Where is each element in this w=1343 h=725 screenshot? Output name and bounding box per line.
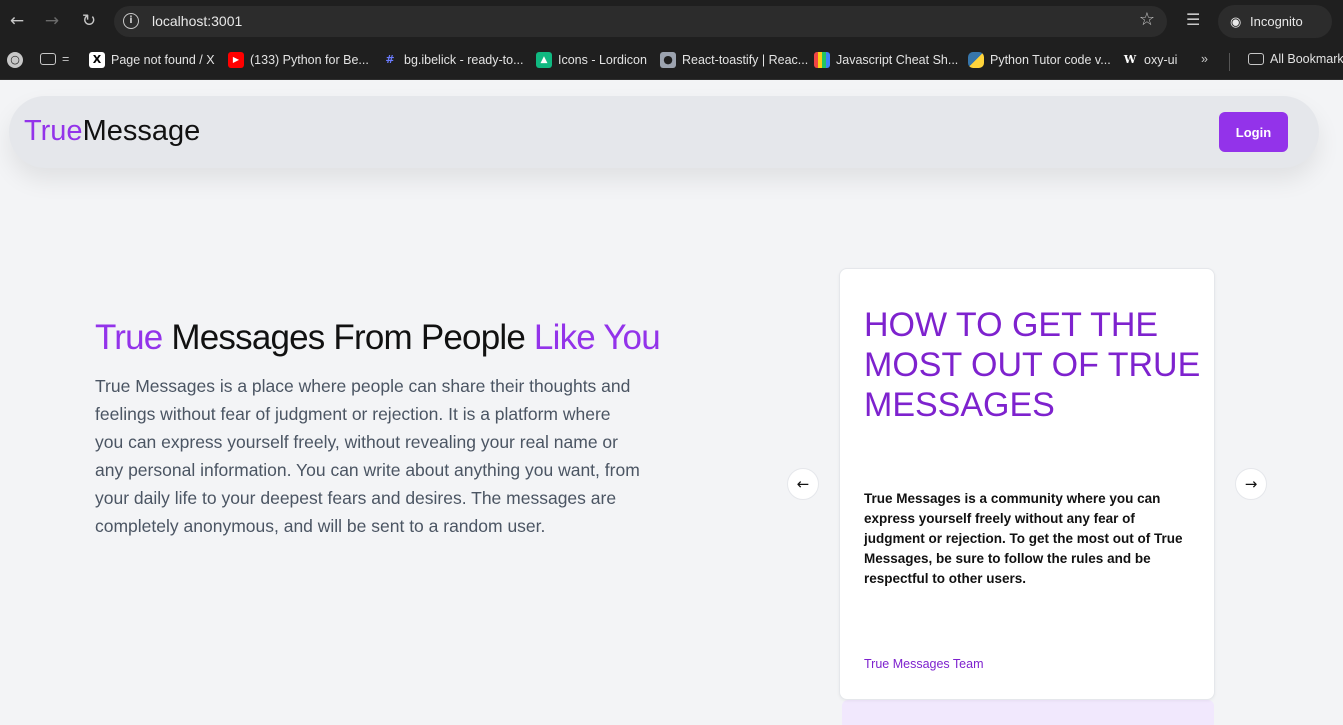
more-bookmarks-button[interactable]: »: [1201, 52, 1208, 66]
login-button[interactable]: Login: [1219, 112, 1288, 152]
hero-title-middle: Messages From People: [162, 318, 534, 357]
w-icon: W: [1123, 53, 1137, 66]
bookmark-star-icon[interactable]: ☆: [1139, 9, 1155, 30]
card-body: True Messages is a community where you c…: [864, 491, 1183, 586]
x-logo-icon: X: [89, 52, 105, 68]
bookmark-folder[interactable]: =: [40, 52, 69, 66]
lordicon-icon: ▲: [536, 52, 552, 68]
bookmark-item[interactable]: ▶ (133) Python for Be...: [228, 52, 369, 68]
bookmark-label: (133) Python for Be...: [250, 53, 369, 67]
bookmark-item[interactable]: ● React-toastify | Reac...: [660, 52, 808, 68]
youtube-icon: ▶: [228, 52, 244, 68]
bookmark-item[interactable]: Javascript Cheat Sh...: [814, 52, 958, 68]
bookmark-label: Python Tutor code v...: [990, 53, 1111, 67]
site-info-icon[interactable]: i: [123, 13, 139, 29]
url-text: localhost:3001: [152, 13, 243, 29]
logo-text: Message: [82, 115, 201, 147]
hero-title-accent: Like You: [533, 318, 661, 357]
hero-section: True Messages From People Like You True …: [95, 318, 661, 540]
carousel-next-arrow-icon[interactable]: →: [1235, 468, 1267, 500]
apps-icon[interactable]: ○: [7, 52, 23, 68]
card-footer: True Messages Team: [864, 657, 984, 671]
bookmark-label: Page not found / X: [111, 53, 215, 67]
bookmark-item[interactable]: ▲ Icons - Lordicon: [536, 52, 647, 68]
address-bar[interactable]: i localhost:3001 ☆: [114, 6, 1167, 37]
card-stack-shadow: [842, 700, 1214, 725]
bookmark-item[interactable]: # bg.ibelick - ready-to...: [382, 52, 524, 68]
bookmark-label: bg.ibelick - ready-to...: [404, 53, 524, 67]
hero-title: True Messages From People Like You: [95, 318, 661, 358]
bookmark-item[interactable]: X Page not found / X: [89, 52, 215, 68]
app-logo[interactable]: TrueMessage: [24, 115, 200, 148]
folder-icon: [40, 53, 56, 65]
app-navbar: TrueMessage Login: [9, 96, 1319, 168]
bookmarks-bar: ○ = X Page not found / X ▶ (133) Python …: [0, 43, 1343, 80]
incognito-label: Incognito: [1250, 14, 1303, 29]
bookmark-item[interactable]: Python Tutor code v...: [968, 52, 1111, 68]
python-icon: [968, 52, 984, 68]
incognito-icon: ◉: [1230, 15, 1242, 30]
page-content: TrueMessage Login True Messages From Peo…: [0, 80, 1343, 725]
cheatsheet-icon: [814, 52, 830, 68]
bookmark-label: oxy-ui: [1144, 53, 1178, 67]
all-bookmarks-button[interactable]: All Bookmarks: [1248, 52, 1343, 66]
bookmark-label: Icons - Lordicon: [558, 53, 647, 67]
reload-icon[interactable]: ↻: [78, 10, 100, 32]
bookmark-label: React-toastify | Reac...: [682, 53, 809, 67]
logo-accent: True: [24, 115, 83, 147]
carousel-prev-arrow-icon[interactable]: ←: [787, 468, 819, 500]
bookmark-label: Javascript Cheat Sh...: [836, 53, 959, 67]
media-controls-icon[interactable]: ☰: [1186, 10, 1200, 29]
hero-description: True Messages is a place where people ca…: [95, 376, 640, 536]
incognito-badge[interactable]: ◉ Incognito: [1218, 5, 1332, 38]
toastify-icon: ●: [660, 52, 676, 68]
back-arrow-icon[interactable]: ←: [6, 10, 28, 32]
bookmarks-divider: [1229, 53, 1230, 71]
folder-icon: [1248, 53, 1264, 65]
card-title: How to get the most out of True Messages: [864, 306, 1201, 424]
message-card: How to get the most out of True Messages…: [839, 268, 1215, 700]
hash-icon: #: [385, 53, 395, 66]
all-bookmarks-label: All Bookmarks: [1270, 52, 1343, 66]
hero-title-accent: True: [95, 318, 163, 357]
bookmark-item[interactable]: W oxy-ui: [1122, 52, 1178, 68]
forward-arrow-icon[interactable]: →: [41, 10, 63, 32]
browser-toolbar: ← → ↻ i localhost:3001 ☆ ☰ ◉ Incognito: [0, 0, 1343, 43]
